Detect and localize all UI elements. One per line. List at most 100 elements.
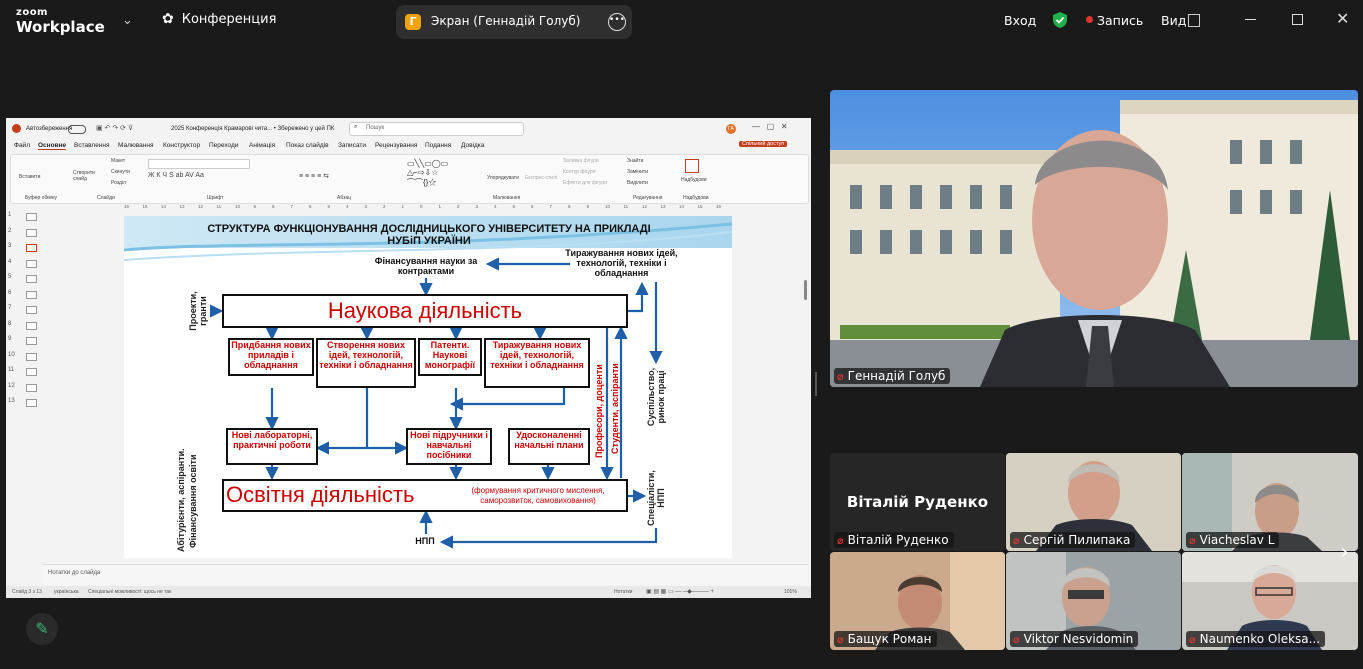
tab-transitions[interactable]: Переходи (209, 142, 238, 149)
box-patents: Патенти. Наукові монографії (418, 338, 482, 376)
vertical-scrollbar[interactable] (803, 208, 809, 558)
slide-preview (26, 337, 37, 345)
notes-toggle[interactable]: Нотатки (614, 589, 632, 595)
zoom-level[interactable]: 101% (784, 589, 797, 595)
slide-thumbnail[interactable]: 6 (8, 290, 38, 299)
tab-review[interactable]: Рецензування (375, 142, 417, 149)
slide-number: 1 (8, 212, 12, 218)
tab-home[interactable]: Основне (38, 142, 67, 150)
arrange-button[interactable]: Упорядкувати (487, 175, 519, 181)
select-button[interactable]: Виділити (627, 180, 648, 186)
slide-thumbnail[interactable]: 7 (8, 305, 38, 314)
participant-tile[interactable]: ⌀ Viacheslav L (1182, 453, 1358, 551)
slide-thumbnail[interactable]: 13 (8, 398, 38, 407)
section-button[interactable]: Розділ (111, 180, 126, 186)
ppt-search-box[interactable]: ⌕ Пошук (349, 122, 524, 136)
tab-design[interactable]: Конструктор (163, 142, 200, 149)
ruler-tick: 2 (383, 204, 386, 209)
ruler-tick: 11 (623, 204, 629, 209)
paragraph-icons[interactable]: ≡ ≡ ≡ ≡ ⇆ (299, 172, 329, 180)
slide-preview (26, 306, 37, 314)
slide-thumbnail[interactable]: 5 (8, 274, 38, 283)
tab-view[interactable]: Подання (425, 142, 451, 149)
screen-share-pill[interactable]: Г Экран (Геннадій Голуб) ••• (396, 5, 632, 39)
tab-slideshow[interactable]: Показ слайдів (286, 142, 329, 149)
slide-thumbnail[interactable]: 11 (8, 367, 38, 376)
login-button[interactable]: Вход (1004, 13, 1036, 28)
reset-button[interactable]: Скинути (111, 169, 130, 175)
tab-animations[interactable]: Анімація (249, 142, 275, 149)
tab-insert[interactable]: Вставлення (74, 142, 110, 149)
quick-styles-button[interactable]: Експрес-стилі (525, 175, 557, 181)
education-box: Освітня діяльність (формування критичног… (222, 479, 628, 512)
font-format-icons[interactable]: Ж К Ч S ab AV Aa (148, 172, 204, 179)
slide-thumbnail[interactable]: 1 (8, 212, 38, 221)
qat-icons[interactable]: ▣ ↶ ↷ ⟳ ⊽ (96, 124, 133, 132)
minimize-icon[interactable] (1245, 19, 1256, 20)
slide-thumbnails[interactable]: 1 2 3 4 5 6 7 8 9 10 11 12 13 (6, 208, 42, 568)
find-button[interactable]: Знайти (627, 158, 643, 164)
tab-help[interactable]: Довідка (461, 142, 484, 149)
annotate-pencil-icon[interactable]: ✎ (26, 613, 58, 645)
view-buttons[interactable]: ▣ ▤ ▦ ▭ — ─◆──── + (646, 588, 714, 595)
user-avatar[interactable]: ГА (726, 124, 736, 134)
paste-button[interactable]: Вставити (19, 174, 40, 180)
slide-thumbnail[interactable]: 3 (8, 243, 38, 252)
slide-thumbnail[interactable]: 2 (8, 228, 38, 237)
slide-number: 4 (8, 258, 12, 265)
restore-icon[interactable] (1292, 14, 1303, 25)
tab-record[interactable]: Записати (338, 142, 366, 149)
panel-splitter[interactable] (815, 372, 817, 396)
more-options-icon[interactable]: ••• (608, 13, 626, 31)
box-equipment: Придбання нових приладів і обладнання (228, 338, 314, 376)
ruler-tick: 3 (475, 204, 479, 209)
status-bar: Слайд 3 з 13 українська Спеціальні можли… (6, 586, 811, 598)
science-box: Наукова діяльність (222, 294, 628, 328)
window-controls[interactable]: — ▢ ✕ (752, 122, 788, 131)
meeting-info-button[interactable]: ✿ Конференция (162, 11, 276, 27)
participant-tile[interactable]: ⌀ Viktor Nesvidomin (1006, 552, 1181, 650)
slide-canvas[interactable]: СТРУКТУРА ФУНКЦІОНУВАННЯ ДОСЛІДНИЦЬКОГО … (124, 216, 732, 558)
chevron-down-icon[interactable]: ⌄ (122, 13, 133, 28)
next-page-arrow-icon[interactable]: › (1340, 540, 1349, 565)
ruler-tick: 7 (549, 204, 553, 209)
close-icon[interactable]: ✕ (1336, 9, 1349, 28)
record-button[interactable]: Запись (1097, 13, 1143, 28)
slide-preview (26, 352, 37, 361)
slide-thumbnail[interactable]: 8 (8, 321, 38, 330)
participant-name: Viktor Nesvidomin (1023, 632, 1134, 646)
new-slide-button[interactable]: Створити слайд (73, 170, 103, 182)
specialists-label: Спеціалісти, НПП (646, 470, 666, 526)
slide-thumbnail[interactable]: 12 (8, 383, 38, 392)
participant-tile[interactable]: ⌀ Бащук Роман (830, 552, 1005, 650)
shape-outline-button[interactable]: Контур фігури (563, 169, 595, 175)
students-label: Студенти, аспіранти (610, 363, 620, 454)
slide-thumbnail[interactable]: 9 (8, 336, 38, 345)
scroll-thumb[interactable] (804, 280, 807, 300)
shape-effects-button[interactable]: Ефекти для фігури (563, 180, 607, 186)
participant-tile[interactable]: ⌀ Naumenko Oleksa... (1182, 552, 1358, 650)
autosave-toggle[interactable] (68, 125, 86, 134)
shapes-gallery[interactable]: ▭╲╲▭◯▭ △⌐⇨⇩☆ ⌒⌒{}☆ (407, 159, 448, 188)
share-button[interactable]: Спільний доступ (739, 141, 788, 147)
notes-pane[interactable]: Нотатки до слайда (42, 564, 808, 585)
box-plans: Удосконаленні начальні плани (508, 428, 590, 465)
tab-file[interactable]: Файл (14, 142, 30, 149)
shield-check-icon[interactable] (1052, 11, 1068, 29)
slide-thumbnail[interactable]: 10 (8, 352, 38, 361)
speaker-video[interactable]: ⌀ Геннадій Голуб (830, 90, 1358, 387)
slide-number: 5 (8, 274, 12, 280)
ruler-tick: 8 (272, 204, 275, 209)
participant-tile[interactable]: ⌀ Сергій Пилипака (1006, 453, 1181, 551)
tab-draw[interactable]: Малювання (118, 142, 153, 149)
participant-tile[interactable]: Віталій Руденко ⌀ Віталій Руденко (830, 453, 1005, 551)
shape-fill-button[interactable]: Заливка фігури (563, 158, 599, 164)
font-family-select[interactable] (148, 159, 250, 169)
applicants-label: Абітурієнти, аспіранти. (176, 448, 186, 552)
view-button[interactable]: Вид (1161, 13, 1186, 28)
layout-button[interactable]: Макет (111, 158, 125, 164)
replace-button[interactable]: Замінити (627, 169, 648, 175)
addins-button[interactable]: Надбудови (681, 177, 707, 183)
slide-thumbnail[interactable]: 4 (8, 259, 38, 268)
accessibility-status[interactable]: Спеціальні можливості: щось не так (88, 589, 171, 595)
